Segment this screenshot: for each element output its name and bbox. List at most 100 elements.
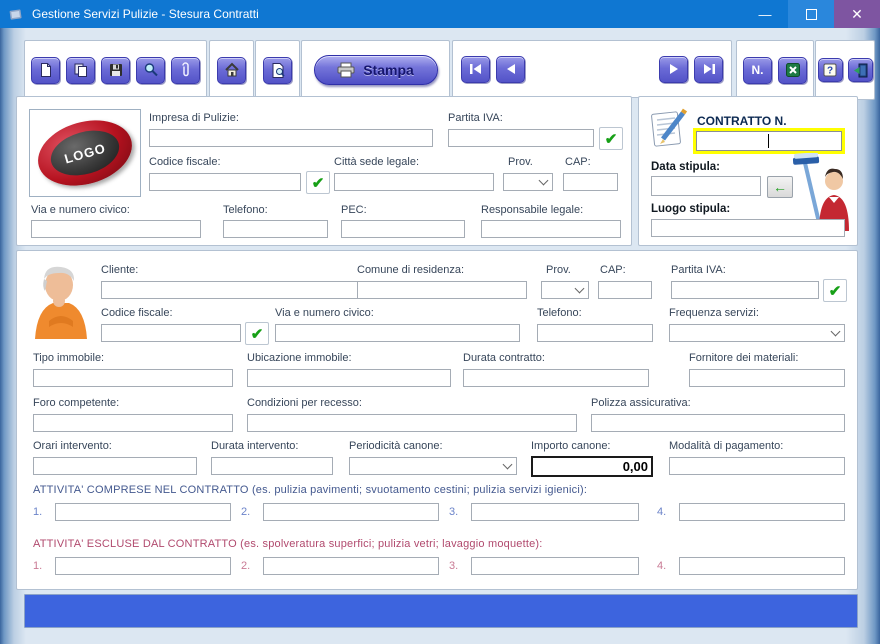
foro-input[interactable] (33, 414, 233, 432)
company-codice-fiscale-label: Codice fiscale: (149, 156, 221, 168)
included-activity-2-input[interactable] (263, 503, 439, 521)
stampa-button[interactable]: Stampa (314, 55, 438, 85)
modalita-input[interactable] (669, 457, 845, 475)
next-record-button[interactable] (659, 56, 688, 83)
copy-record-button[interactable] (66, 57, 95, 84)
paperclip-icon (178, 62, 194, 78)
contratto-n-highlight (693, 128, 845, 154)
comune-input[interactable] (357, 281, 527, 299)
company-pec-label: PEC: (341, 204, 367, 216)
company-via-input[interactable] (31, 220, 201, 238)
maximize-button[interactable] (788, 0, 834, 28)
included-activity-3-input[interactable] (471, 503, 639, 521)
previous-record-button[interactable] (496, 56, 525, 83)
responsabile-legale-label: Responsabile legale: (481, 204, 583, 216)
ubicazione-input[interactable] (247, 369, 451, 387)
citta-sede-legale-label: Città sede legale: (334, 156, 419, 168)
frequenza-label: Frequenza servizi: (669, 307, 759, 319)
client-via-label: Via e numero civico: (275, 307, 374, 319)
polizza-input[interactable] (591, 414, 845, 432)
excel-export-button[interactable] (778, 57, 807, 84)
frequenza-select[interactable] (669, 324, 845, 342)
company-panel: LOGO Impresa di Pulizie: Partita IVA: ✔ … (16, 96, 632, 246)
printer-icon (337, 62, 355, 78)
close-button[interactable]: ✕ (834, 0, 880, 28)
notepad-pencil-icon (649, 107, 691, 149)
citta-sede-legale-input[interactable] (334, 173, 494, 191)
importo-input[interactable] (531, 456, 653, 477)
search-icon (143, 62, 159, 78)
print-preview-button[interactable] (263, 57, 292, 84)
orari-label: Orari intervento: (33, 440, 112, 452)
toolbar-group-navigation (452, 40, 732, 98)
company-cf-check-icon[interactable]: ✔ (306, 171, 330, 194)
periodicita-select[interactable] (349, 457, 517, 475)
numbering-button[interactable]: N. (743, 57, 772, 84)
included-number-3: 3. (449, 506, 458, 518)
cliente-label: Cliente: (101, 264, 138, 276)
excluded-activity-1-input[interactable] (55, 557, 231, 575)
client-via-input[interactable] (275, 324, 520, 342)
help-button[interactable]: ? (818, 58, 843, 82)
activities-included-heading: ATTIVITA' COMPRESE NEL CONTRATTO (es. pu… (33, 484, 587, 496)
excluded-number-2: 2. (241, 560, 250, 572)
last-record-icon (702, 63, 716, 75)
excluded-activity-2-input[interactable] (263, 557, 439, 575)
contratto-n-input[interactable] (696, 131, 842, 151)
activities-excluded-heading: ATTIVITA' ESCLUSE DAL CONTRATTO (es. spo… (33, 538, 543, 550)
client-piva-check-icon[interactable]: ✔ (823, 279, 847, 302)
home-icon (224, 62, 240, 78)
nav-right-buttons (659, 56, 723, 83)
print-preview-icon (270, 62, 286, 78)
orari-input[interactable] (33, 457, 197, 475)
data-stipula-input[interactable] (651, 176, 761, 196)
recesso-input[interactable] (247, 414, 577, 432)
responsabile-legale-input[interactable] (481, 220, 621, 238)
client-cap-input[interactable] (598, 281, 652, 299)
search-button[interactable] (136, 57, 165, 84)
excluded-activity-3-input[interactable] (471, 557, 639, 575)
new-record-button[interactable] (31, 57, 60, 84)
check-glyph: ✔ (312, 174, 325, 192)
logo-inner-disc: LOGO (46, 123, 125, 183)
client-prov-select[interactable] (541, 281, 589, 299)
company-prov-select[interactable] (503, 173, 553, 191)
included-activity-1-input[interactable] (55, 503, 231, 521)
new-document-icon (38, 62, 54, 78)
company-partita-iva-label: Partita IVA: (448, 112, 503, 124)
durata-intervento-input[interactable] (211, 457, 333, 475)
toolbar-group-help: ? (815, 40, 875, 100)
company-telefono-label: Telefono: (223, 204, 268, 216)
attachment-button[interactable] (171, 57, 200, 84)
client-partita-iva-input[interactable] (671, 281, 819, 299)
client-cf-check-icon[interactable]: ✔ (245, 322, 269, 345)
included-activity-4-input[interactable] (679, 503, 845, 521)
company-piva-check-icon[interactable]: ✔ (599, 127, 623, 150)
date-back-button[interactable]: ← (767, 176, 793, 198)
cliente-input[interactable] (101, 281, 391, 299)
company-pec-input[interactable] (341, 220, 465, 238)
tipo-immobile-input[interactable] (33, 369, 233, 387)
exit-button[interactable] (848, 58, 873, 82)
first-record-button[interactable] (461, 56, 490, 83)
foro-label: Foro competente: (33, 397, 119, 409)
client-codice-fiscale-input[interactable] (101, 324, 241, 342)
included-number-1: 1. (33, 506, 42, 518)
minimize-button[interactable]: — (742, 0, 788, 28)
durata-contratto-input[interactable] (463, 369, 649, 387)
company-telefono-input[interactable] (223, 220, 328, 238)
excluded-activity-4-input[interactable] (679, 557, 845, 575)
company-partita-iva-input[interactable] (448, 129, 594, 147)
home-button[interactable] (217, 57, 246, 84)
fornitore-label: Fornitore dei materiali: (689, 352, 798, 364)
client-telefono-input[interactable] (537, 324, 653, 342)
save-button[interactable] (101, 57, 130, 84)
luogo-stipula-input[interactable] (651, 219, 845, 237)
previous-record-icon (505, 63, 517, 75)
impresa-input[interactable] (149, 129, 433, 147)
toolbar-group-home (209, 40, 254, 100)
company-codice-fiscale-input[interactable] (149, 173, 301, 191)
company-cap-input[interactable] (563, 173, 618, 191)
last-record-button[interactable] (694, 56, 723, 83)
fornitore-input[interactable] (689, 369, 845, 387)
